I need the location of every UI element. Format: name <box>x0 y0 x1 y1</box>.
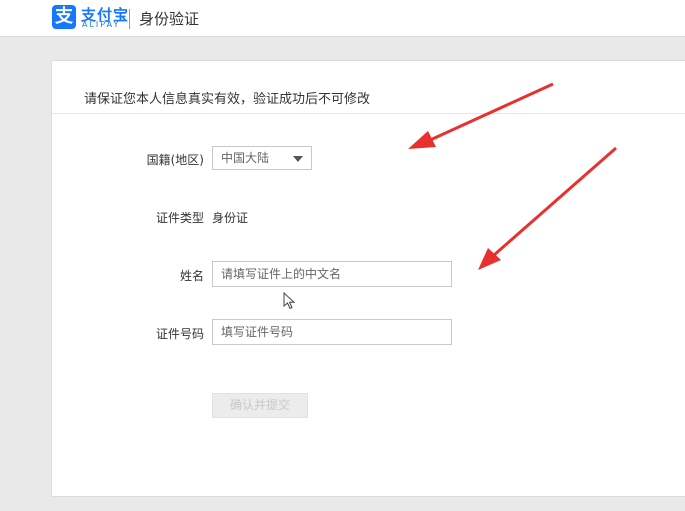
nationality-select[interactable]: 中国大陆 <box>212 146 312 170</box>
nationality-value: 中国大陆 <box>221 151 270 165</box>
alipay-icon: 支 <box>52 5 76 29</box>
top-bar: 支 支付宝 ALIPAY 身份验证 <box>0 0 685 37</box>
id-type-value: 身份证 <box>212 211 249 225</box>
id-number-label: 证件号码 <box>155 327 204 341</box>
submit-button[interactable]: 确认并提交 <box>212 393 308 418</box>
verification-card: 请保证您本人信息真实有效，验证成功后不可修改 国籍(地区) 中国大陆 证件类型 … <box>51 60 685 497</box>
header-divider <box>129 9 130 29</box>
id-type-label: 证件类型 <box>155 211 204 225</box>
caret-down-icon <box>293 156 303 162</box>
notice-text: 请保证您本人信息真实有效，验证成功后不可修改 <box>84 92 371 107</box>
nationality-label: 国籍(地区) <box>146 153 204 167</box>
mouse-cursor-icon <box>283 292 295 310</box>
notice-divider <box>52 113 685 114</box>
name-label: 姓名 <box>179 269 204 283</box>
logo-text-en: ALIPAY <box>82 20 121 29</box>
page-title: 身份验证 <box>139 10 200 28</box>
id-number-input[interactable] <box>212 319 452 345</box>
name-input[interactable] <box>212 261 452 287</box>
